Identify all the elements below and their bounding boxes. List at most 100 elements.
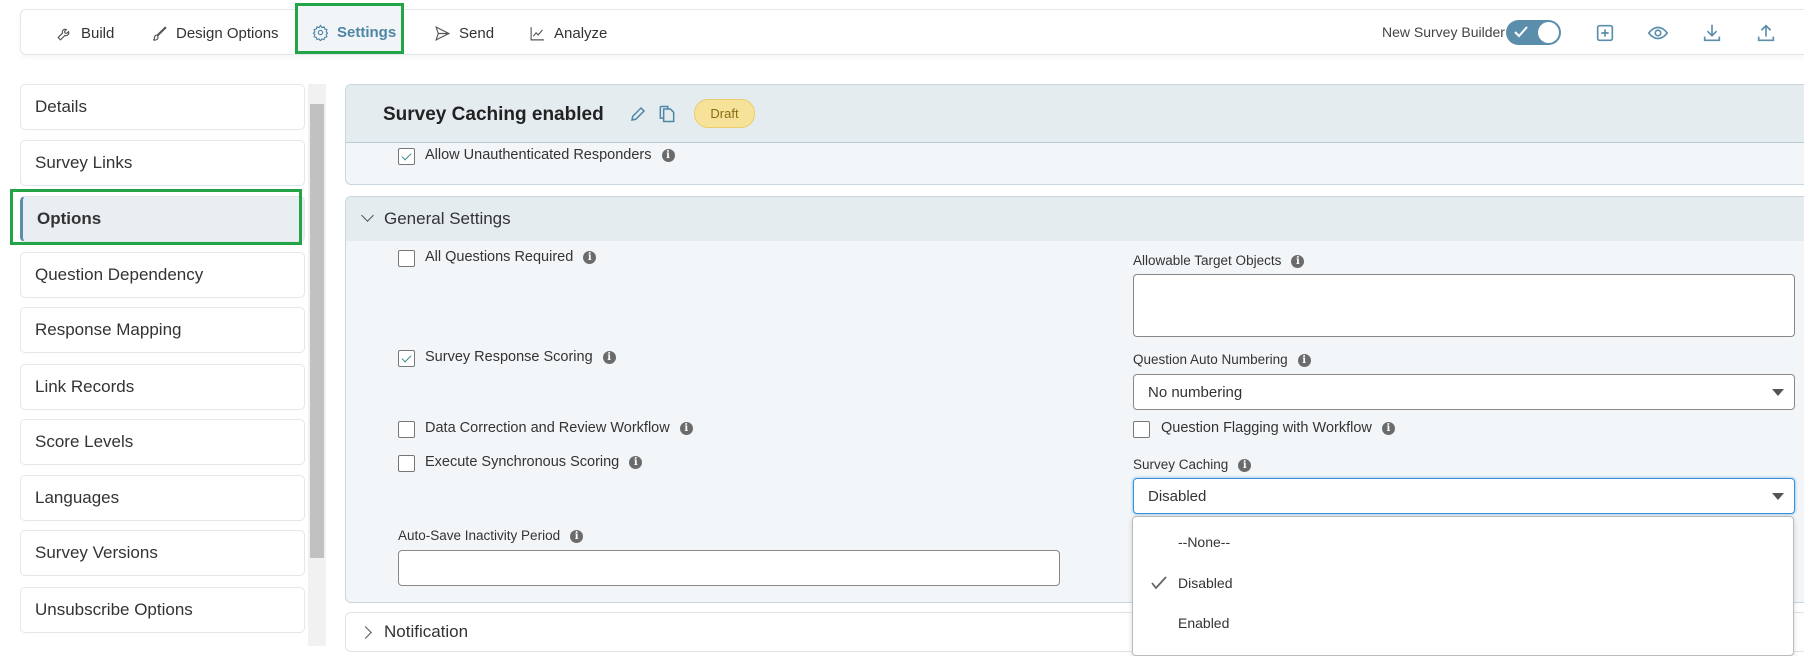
sidebar-item-question-dependency[interactable]: Question Dependency	[20, 252, 305, 298]
sidebar-item-label: Details	[35, 97, 87, 116]
info-icon[interactable]: i	[583, 250, 597, 264]
download-button[interactable]	[1701, 22, 1723, 44]
send-icon	[435, 25, 451, 41]
info-icon[interactable]: i	[679, 421, 693, 435]
label-text: Question Auto Numbering	[1133, 352, 1288, 367]
dropdown-arrow-icon	[1772, 493, 1784, 500]
tab-label: Design Options	[176, 24, 279, 42]
info-icon[interactable]: i	[1291, 254, 1305, 268]
sidebar-item-label: Score Levels	[35, 432, 134, 451]
sidebar-item-details[interactable]: Details	[20, 84, 305, 130]
dropdown-arrow-icon	[1772, 389, 1784, 396]
allow-unauthenticated-label: Allow Unauthenticated Responders i	[425, 147, 675, 163]
label-text: Survey Response Scoring	[425, 349, 593, 365]
survey-header: Survey Caching enabled Draft	[346, 85, 1804, 143]
autosave-input[interactable]	[398, 550, 1060, 586]
dropdown-option-enabled[interactable]: Enabled	[1133, 605, 1793, 641]
label-text: Execute Synchronous Scoring	[425, 454, 620, 470]
label-text: Allowable Target Objects	[1133, 253, 1282, 268]
chevron-right-icon	[359, 626, 372, 639]
info-icon[interactable]: i	[1238, 458, 1252, 472]
sidebar-item-response-mapping[interactable]: Response Mapping	[20, 307, 305, 353]
add-button[interactable]	[1594, 22, 1616, 44]
select-value: Disabled	[1148, 487, 1207, 505]
label-text: Survey Caching	[1133, 457, 1229, 472]
sidebar-item-languages[interactable]: Languages	[20, 475, 305, 521]
auto-numbering-select[interactable]: No numbering	[1133, 374, 1795, 410]
sidebar-item-label: Question Dependency	[35, 265, 204, 284]
tab-label: Build	[81, 24, 115, 42]
select-value: No numbering	[1148, 383, 1243, 401]
label-text: All Questions Required	[425, 249, 574, 265]
sidebar-item-label: Link Records	[35, 377, 135, 396]
survey-response-scoring-label: Survey Response Scoring i	[425, 349, 616, 365]
info-icon[interactable]: i	[1381, 421, 1395, 435]
tab-label: Analyze	[554, 24, 608, 42]
sidebar-item-label: Survey Versions	[35, 543, 158, 562]
label-text: Question Flagging with Workflow	[1161, 420, 1372, 436]
check-icon	[1514, 26, 1528, 38]
info-icon[interactable]: i	[1297, 353, 1311, 367]
download-icon	[1703, 24, 1721, 42]
auto-numbering-label: Question Auto Numbering i	[1133, 352, 1311, 367]
tab-settings-overlay[interactable]: Settings	[312, 9, 396, 55]
sidebar-item-survey-links[interactable]: Survey Links	[20, 140, 305, 186]
tab-design-options[interactable]: Design Options	[151, 10, 279, 56]
question-flagging-label: Question Flagging with Workflow i	[1161, 420, 1395, 436]
toggle-knob	[1538, 22, 1559, 43]
dropdown-option-disabled[interactable]: Disabled	[1133, 565, 1793, 601]
sidebar-item-label: Unsubscribe Options	[35, 600, 193, 619]
new-survey-builder-label: New Survey Builder	[1382, 24, 1505, 40]
option-label: --None--	[1178, 534, 1231, 550]
execute-sync-scoring-checkbox[interactable]	[398, 455, 415, 472]
survey-response-scoring-checkbox[interactable]	[398, 350, 415, 367]
autosave-label: Auto-Save Inactivity Period i	[398, 528, 584, 543]
edit-pencil-icon[interactable]	[629, 105, 647, 123]
dropdown-option-none[interactable]: --None--	[1133, 524, 1793, 560]
target-objects-label: Allowable Target Objects i	[1133, 253, 1305, 268]
all-questions-required-checkbox[interactable]	[398, 250, 415, 267]
info-icon[interactable]: i	[661, 148, 675, 162]
copy-icon[interactable]	[657, 104, 677, 124]
label-text: Auto-Save Inactivity Period	[398, 528, 561, 543]
chart-icon	[530, 26, 544, 40]
question-flagging-checkbox[interactable]	[1133, 421, 1150, 438]
checkmark-icon	[1151, 576, 1167, 589]
section-title: Notification	[384, 622, 469, 641]
brush-icon	[152, 25, 167, 41]
sidebar-item-link-records[interactable]: Link Records	[20, 364, 305, 410]
allow-unauthenticated-checkbox[interactable]	[398, 148, 415, 165]
tab-analyze[interactable]: Analyze	[529, 10, 607, 56]
sidebar-scrollbar-thumb[interactable]	[310, 104, 324, 558]
option-label: Disabled	[1178, 575, 1233, 591]
upload-button[interactable]	[1755, 22, 1777, 44]
execute-sync-scoring-label: Execute Synchronous Scoring i	[425, 454, 643, 470]
preview-button[interactable]	[1647, 22, 1669, 44]
survey-caching-select[interactable]: Disabled	[1133, 478, 1795, 514]
sidebar-item-unsubscribe-options[interactable]: Unsubscribe Options	[20, 587, 305, 633]
chevron-down-icon	[361, 209, 374, 222]
tab-send[interactable]: Send	[434, 10, 494, 56]
sidebar-item-label: Languages	[35, 488, 120, 507]
options-highlight-box	[10, 189, 302, 245]
sidebar-item-label: Survey Links	[35, 153, 133, 172]
survey-title: Survey Caching enabled	[383, 104, 604, 125]
target-objects-textarea[interactable]	[1133, 274, 1795, 337]
info-icon[interactable]: i	[629, 455, 643, 469]
wrench-icon	[57, 28, 70, 41]
sidebar-item-label: Response Mapping	[35, 320, 182, 339]
survey-header-panel: Survey Caching enabled Draft Allow Unaut…	[345, 84, 1804, 185]
general-settings-header[interactable]: General Settings	[346, 197, 1804, 241]
tab-build[interactable]: Build	[56, 10, 114, 56]
survey-caching-dropdown: --None-- Disabled Enabled	[1132, 516, 1794, 656]
sidebar-item-score-levels[interactable]: Score Levels	[20, 419, 305, 465]
gear-icon	[312, 23, 329, 41]
section-title: General Settings	[384, 209, 511, 228]
new-survey-builder-toggle[interactable]	[1506, 20, 1561, 45]
survey-caching-label: Survey Caching i	[1133, 457, 1252, 472]
sidebar-item-survey-versions[interactable]: Survey Versions	[20, 530, 305, 576]
info-icon[interactable]: i	[570, 529, 584, 543]
all-questions-required-label: All Questions Required i	[425, 249, 597, 265]
data-correction-checkbox[interactable]	[398, 421, 415, 438]
info-icon[interactable]: i	[602, 350, 616, 364]
